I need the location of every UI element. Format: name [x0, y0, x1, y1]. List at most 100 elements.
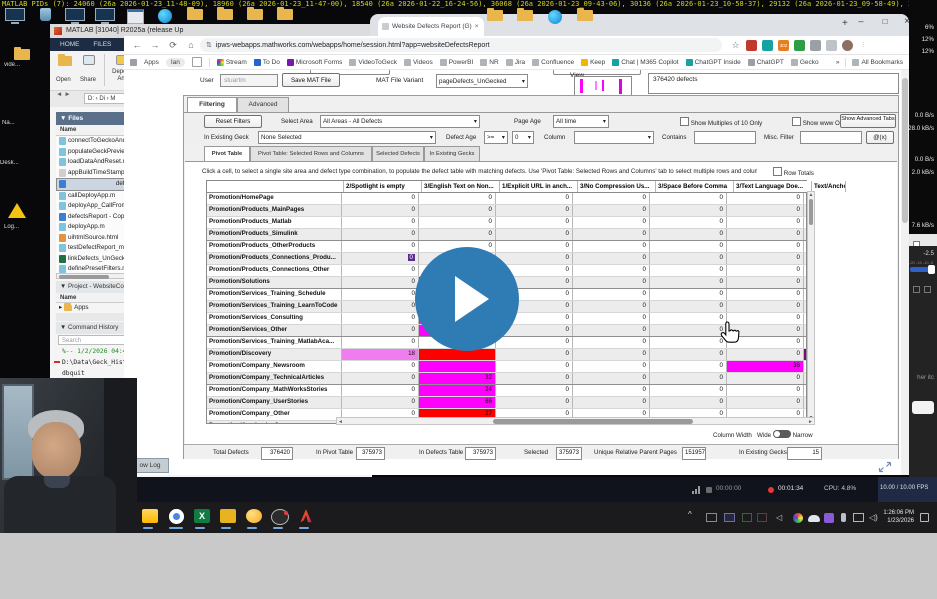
row-label[interactable]: Promotion/Services_Training_LearnToCode — [207, 301, 342, 312]
pivot-cell[interactable]: 0 — [650, 277, 727, 288]
column-header[interactable]: Text/Ancho — [812, 181, 846, 192]
matlab-tab-files[interactable]: FILES — [93, 41, 111, 48]
pivot-cell[interactable]: 0 — [650, 253, 727, 264]
tab-selected-defects[interactable]: Selected Defects — [372, 146, 424, 162]
pivot-cell[interactable]: 0 — [573, 373, 650, 384]
folder-icon[interactable] — [570, 9, 600, 35]
row-label[interactable]: Promotion/Company_MathWorksStories — [207, 385, 342, 396]
pivot-cell[interactable]: 0 — [727, 229, 804, 240]
pivot-cell[interactable]: 0 — [342, 217, 419, 228]
pivot-cell[interactable]: 0 — [573, 385, 650, 396]
pivot-cell[interactable]: 0 — [573, 205, 650, 216]
this-pc-icon[interactable] — [0, 8, 30, 34]
pivot-cell[interactable]: 0 — [573, 325, 650, 336]
row-label[interactable]: Promotion/Services_Training_MatlabAca... — [207, 337, 342, 348]
bookmark-item[interactable]: Chat | M365 Copilot — [612, 59, 678, 66]
column-select[interactable]: ▾ — [574, 131, 654, 144]
checkbox-icon[interactable] — [792, 117, 801, 126]
notification-center-icon[interactable] — [920, 513, 929, 522]
table-row[interactable]: Promotion/Products_Matlab000000 — [207, 217, 806, 229]
pivot-cell[interactable]: 0 — [727, 265, 804, 276]
pivot-cell[interactable] — [804, 373, 806, 384]
pivot-cell[interactable]: 0 — [650, 241, 727, 252]
pivot-cell[interactable] — [804, 253, 806, 264]
pivot-cell[interactable]: 0 — [650, 205, 727, 216]
row-label[interactable]: Promotion/Products_Connections_Produ... — [207, 253, 342, 264]
pivot-cell[interactable] — [804, 229, 806, 240]
pivot-cell[interactable]: 0 — [650, 385, 727, 396]
file-explorer-taskbar-icon[interactable] — [141, 507, 159, 525]
bookmark-item[interactable]: NR — [480, 59, 498, 66]
pivot-cell[interactable] — [804, 385, 806, 396]
nav-back-icon[interactable]: ◄ — [56, 91, 62, 98]
pivot-cell[interactable]: 0 — [496, 361, 573, 372]
profile-chip[interactable]: Ian — [166, 58, 185, 67]
pivot-cell[interactable]: 0 — [650, 397, 727, 408]
scroll-right-icon[interactable]: ► — [808, 418, 813, 426]
table-row[interactable]: Promotion/Products_OtherProducts000000 — [207, 241, 806, 253]
obs-preview-icon[interactable] — [706, 513, 717, 522]
bookmark-item[interactable]: Stream — [217, 59, 247, 66]
column-header[interactable]: 2/Spotlight is empty — [344, 181, 422, 192]
bookmark-item[interactable]: Microsoft Forms — [287, 59, 343, 66]
desktop-label-na[interactable]: Na... — [2, 120, 50, 126]
pivot-cell[interactable]: 0 — [419, 217, 496, 228]
profile-avatar[interactable] — [842, 40, 853, 51]
yellow-app-taskbar-icon[interactable] — [219, 507, 237, 525]
pivot-cell[interactable]: 0 — [650, 301, 727, 312]
pivot-cell[interactable]: 0 — [650, 313, 727, 324]
chrome-taskbar-icon[interactable] — [167, 507, 185, 525]
pivot-cell[interactable] — [804, 337, 806, 348]
row-label[interactable]: Promotion/Solutions — [207, 277, 342, 288]
tab-close-icon[interactable]: × — [475, 23, 479, 30]
pivot-cell[interactable]: 0 — [650, 217, 727, 228]
pivot-cell[interactable]: 24 — [419, 385, 496, 396]
pivot-cell[interactable]: 0 — [573, 337, 650, 348]
pivot-cell[interactable]: 0 — [496, 193, 573, 204]
new-tab-button[interactable]: + — [842, 18, 848, 29]
pivot-cell[interactable]: 0 — [727, 277, 804, 288]
apps-grid-icon[interactable] — [130, 59, 137, 66]
browser-tab[interactable]: Website Defects Report (G) × — [378, 17, 484, 36]
row-label[interactable]: Promotion/Services_Training_Schedule — [207, 289, 342, 300]
site-settings-icon[interactable]: ⇅ — [206, 41, 212, 49]
pivot-cell[interactable]: 0 — [496, 253, 573, 264]
pivot-cell[interactable]: 0 — [727, 205, 804, 216]
matlab-taskbar-icon[interactable] — [297, 507, 315, 525]
multiples-checkbox[interactable]: Show Multiples of 10 Only — [680, 117, 762, 127]
pivot-cell[interactable]: 0 — [727, 301, 804, 312]
dock-button[interactable] — [912, 401, 934, 414]
color-wheel-icon[interactable] — [793, 513, 803, 523]
edge-browser-icon[interactable] — [540, 9, 570, 35]
home-icon[interactable]: ⌂ — [182, 40, 200, 50]
misc-filter-input[interactable] — [800, 131, 862, 144]
pivot-cell[interactable] — [804, 217, 806, 228]
pivot-cell[interactable] — [419, 361, 496, 372]
pivot-cell[interactable]: 0 — [496, 241, 573, 252]
hscroll-thumb[interactable] — [493, 419, 693, 424]
pivot-cell[interactable]: 0 — [650, 289, 727, 300]
row-label[interactable]: Promotion/Discovery — [207, 349, 342, 360]
tab-groups-icon[interactable] — [192, 57, 202, 67]
tab-pivot-table[interactable]: Pivot Table — [204, 146, 250, 162]
bookmark-item[interactable]: ChatGPT — [748, 59, 784, 66]
table-row[interactable]: Promotion/Products_Connections_Produ... 0… — [207, 253, 806, 265]
in-existing-geck-select[interactable]: None Selected▾ — [258, 131, 436, 144]
pivot-cell[interactable] — [804, 205, 806, 216]
tray-app-icon-dim-2[interactable] — [757, 513, 767, 522]
table-row[interactable]: Promotion/Company_MathWorksStories024000… — [207, 385, 806, 397]
obs-preview-icon-2[interactable] — [724, 513, 735, 522]
pivot-cell[interactable]: 0 — [650, 193, 727, 204]
table-row[interactable]: Promotion/HomePage000000 — [207, 193, 806, 205]
pivot-cell[interactable]: 0 — [650, 349, 727, 360]
bookmark-item[interactable]: Keep — [581, 59, 605, 66]
pivot-cell[interactable] — [804, 241, 806, 252]
row-totals-checkbox[interactable]: Row Totals — [773, 167, 814, 177]
table-row[interactable]: Promotion/Company_TechnicalArticles03200… — [207, 373, 806, 385]
microphone-icon[interactable] — [841, 513, 846, 522]
speaker-icon[interactable]: ◁ — [776, 513, 785, 522]
pivot-cell[interactable] — [804, 325, 806, 336]
pivot-cell[interactable]: 0 — [342, 265, 419, 276]
pivot-cell[interactable]: 0 — [573, 361, 650, 372]
table-row[interactable]: Promotion/Company_UserStories0660000 — [207, 397, 806, 409]
